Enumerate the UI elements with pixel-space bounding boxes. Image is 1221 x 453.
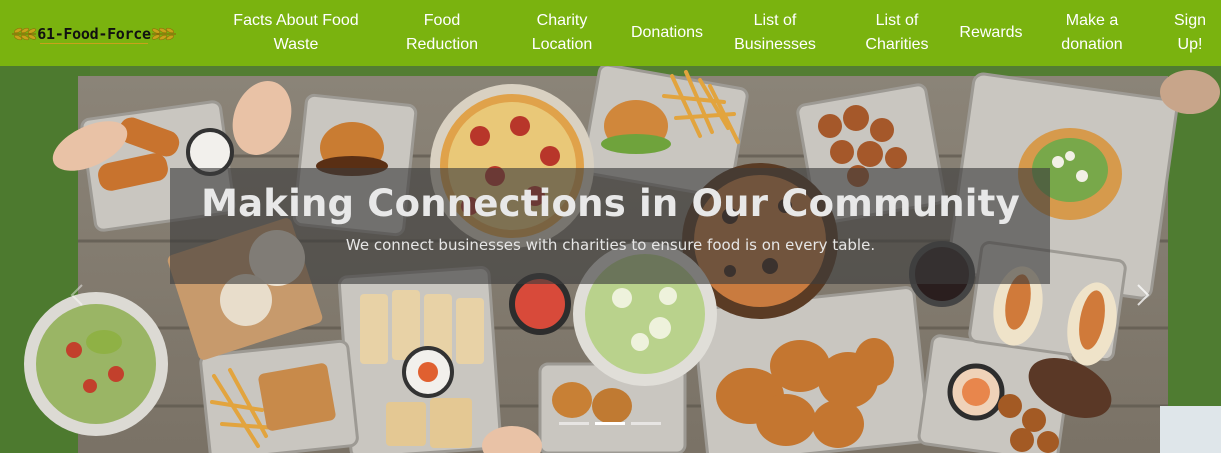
nav-sign-up[interactable]: Sign Up! xyxy=(1166,0,1214,66)
nav-list-of-charities[interactable]: List of Charities xyxy=(856,0,938,66)
nav-donations[interactable]: Donations xyxy=(624,0,710,66)
carousel-indicators xyxy=(559,422,661,425)
carousel-indicator-3[interactable] xyxy=(631,422,661,425)
carousel-next-button[interactable] xyxy=(1128,278,1158,312)
carousel-indicator-1[interactable] xyxy=(559,422,589,425)
nav-charity-location[interactable]: Charity Location xyxy=(522,0,602,66)
hero-carousel: Making Connections in Our Community We c… xyxy=(0,66,1221,453)
brand-name: 61-Food-Force xyxy=(37,25,151,43)
chevron-left-icon xyxy=(70,284,83,306)
carousel-subtitle: We connect businesses with charities to … xyxy=(345,236,876,254)
carousel-indicator-2[interactable] xyxy=(595,422,625,425)
nav-facts-about-food-waste[interactable]: Facts About Food Waste xyxy=(226,0,366,66)
chevron-right-icon xyxy=(1137,284,1150,306)
brand-logo[interactable]: 61-Food-Force xyxy=(10,23,178,45)
nav-food-reduction[interactable]: Food Reduction xyxy=(398,0,486,66)
carousel-prev-button[interactable] xyxy=(62,278,92,312)
carousel-title: Making Connections in Our Community xyxy=(201,182,1020,225)
nav-make-a-donation[interactable]: Make a donation xyxy=(1052,0,1132,66)
nav-list-of-businesses[interactable]: List of Businesses xyxy=(728,0,822,66)
navbar: 61-Food-Force Facts About Food Waste Foo… xyxy=(0,0,1221,66)
nav-rewards[interactable]: Rewards xyxy=(956,0,1026,66)
